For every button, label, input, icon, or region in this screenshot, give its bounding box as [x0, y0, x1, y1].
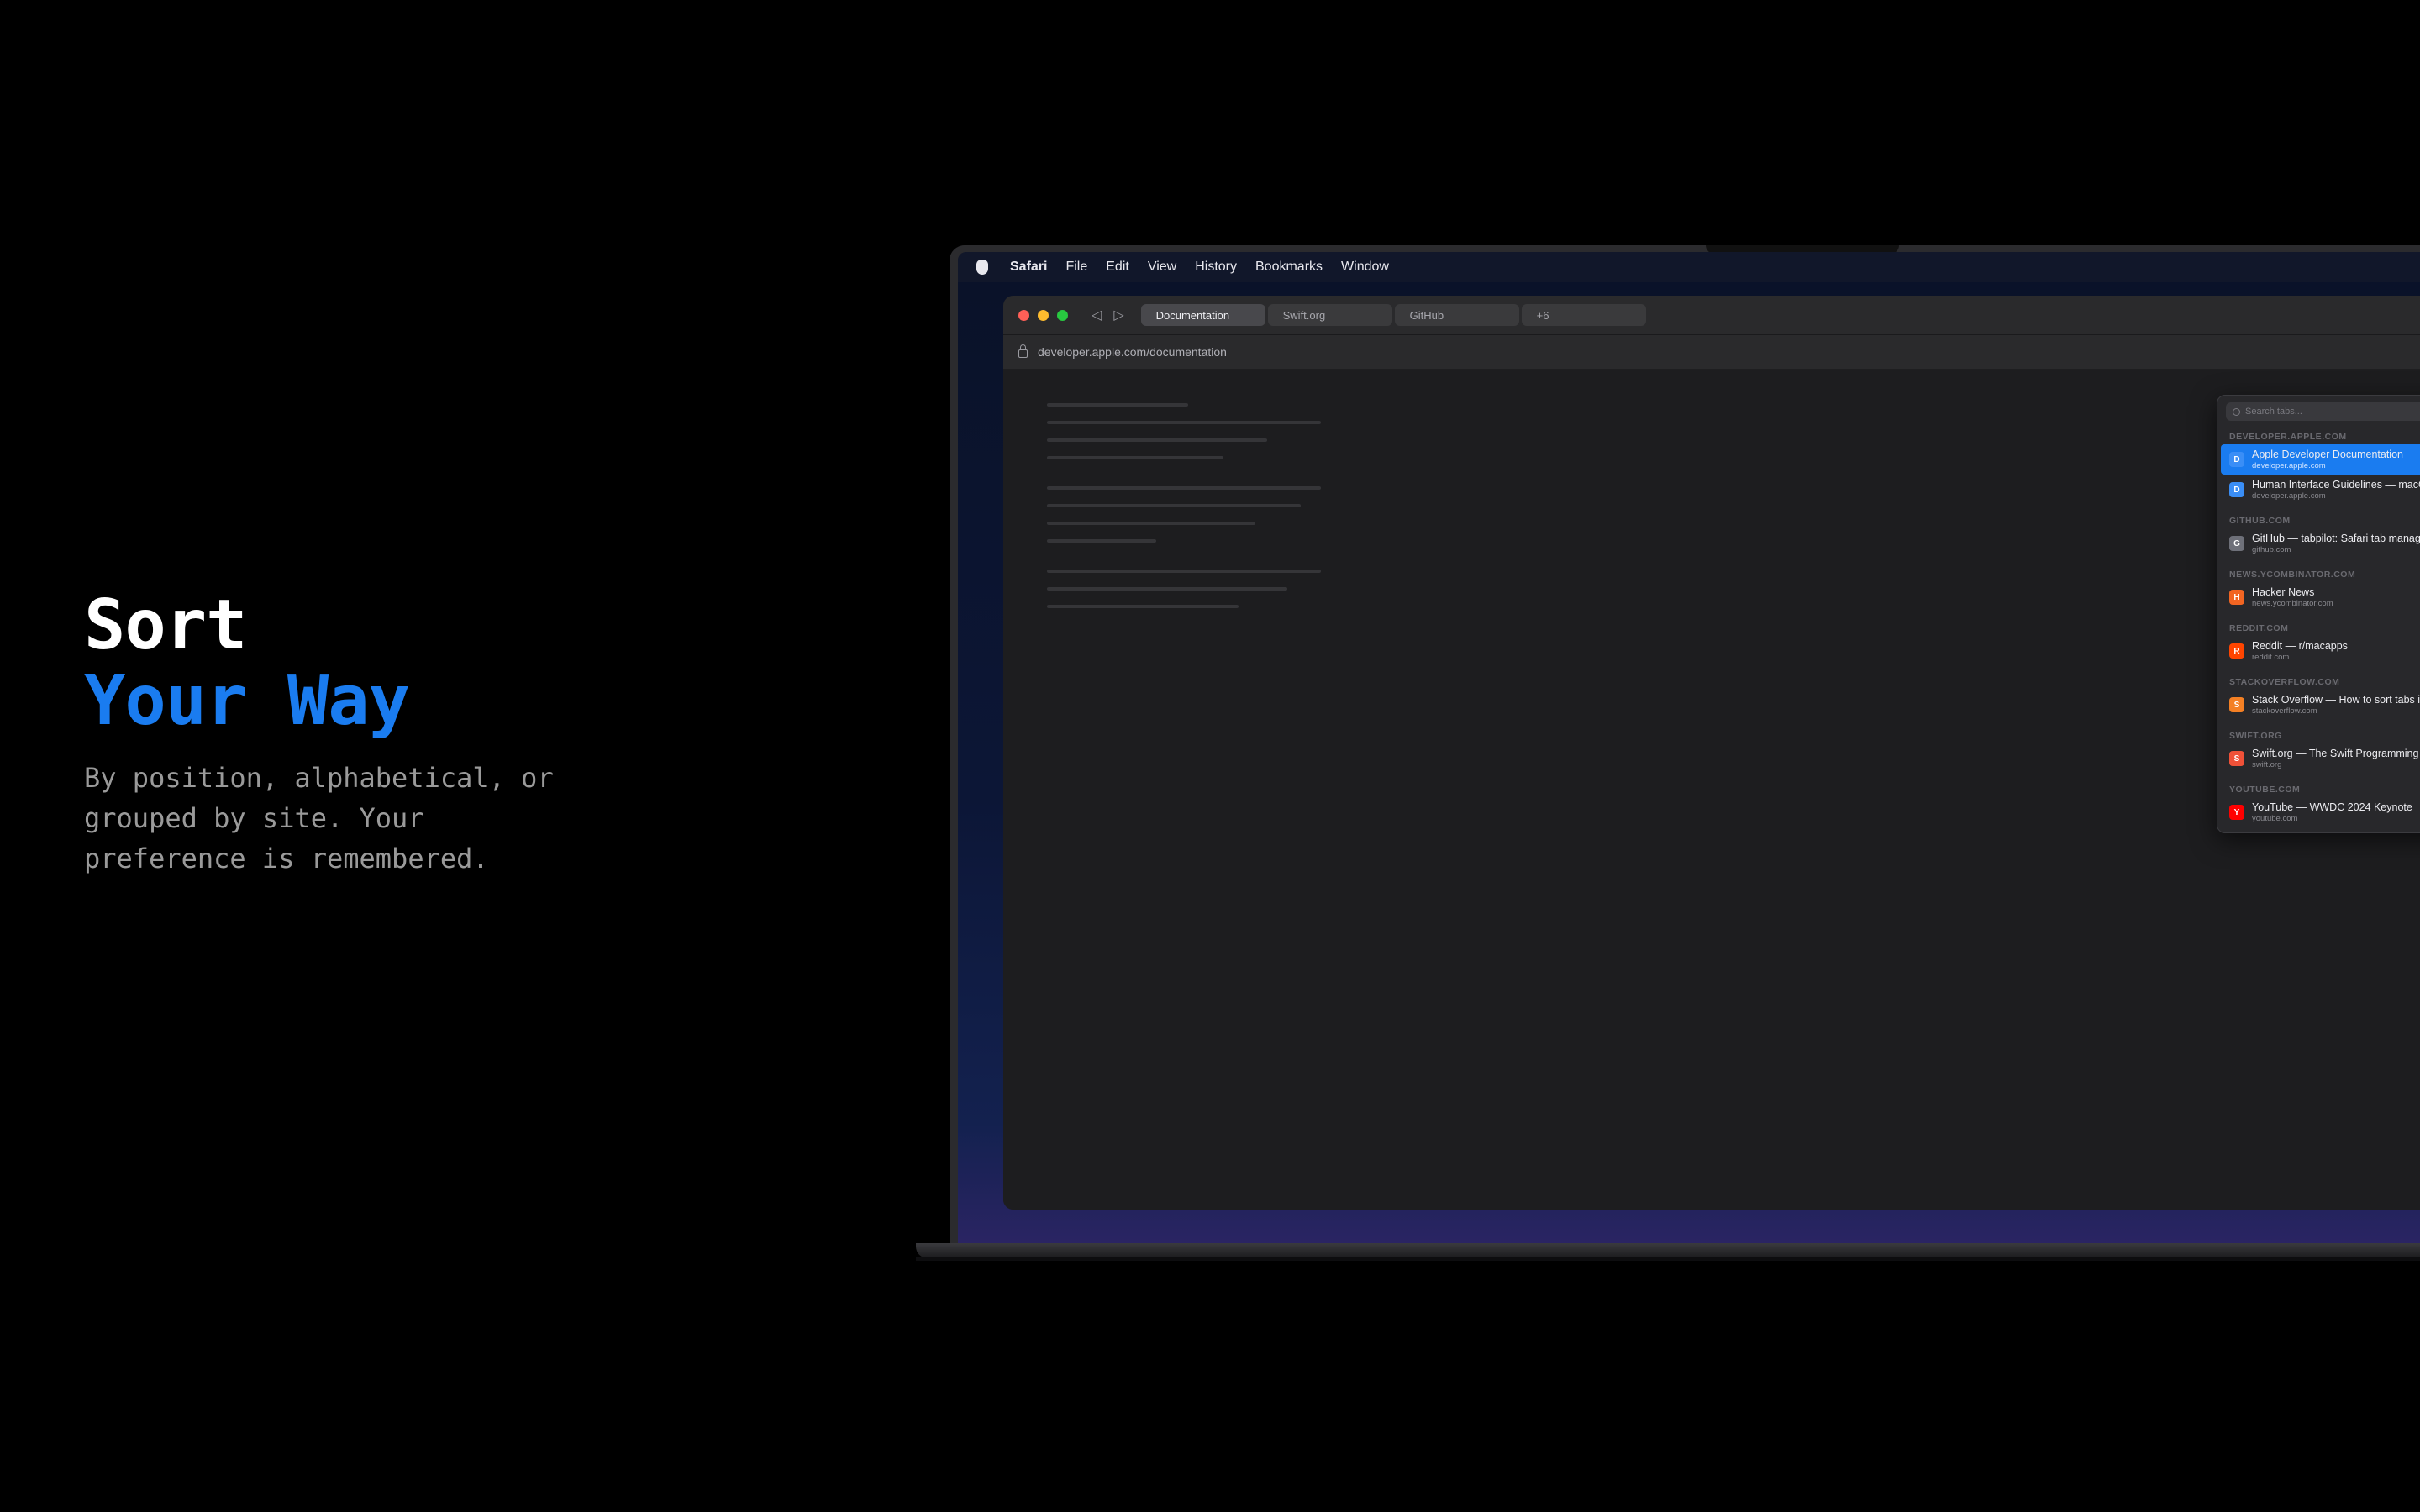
- tab-more[interactable]: +6: [1521, 304, 1646, 326]
- tab-domain: swift.org: [2252, 760, 2282, 769]
- tab-list-item[interactable]: S Stack Overflow — How to sort tabs in ..…: [2217, 690, 2420, 720]
- placeholder-line: [1047, 403, 1188, 407]
- tab-list-item[interactable]: D Human Interface Guidelines — macOS devel…: [2217, 475, 2420, 505]
- tab-list-item[interactable]: R Reddit — r/macapps reddit.com: [2217, 636, 2420, 666]
- group-header: SWIFT.ORG: [2229, 731, 2282, 741]
- tab-title: Swift.org — The Swift Programming La...: [2252, 748, 2420, 759]
- placeholder-line: [1047, 570, 1321, 573]
- group-header: DEVELOPER.APPLE.COM: [2229, 432, 2347, 442]
- tab-title: Apple Developer Documentation: [2252, 449, 2403, 460]
- placeholder-line: [1047, 587, 1287, 591]
- placeholder-line: [1047, 456, 1223, 459]
- group-header: GITHUB.COM: [2229, 516, 2291, 526]
- tab-list-item-text: YouTube — WWDC 2024 Keynote youtube.com: [2252, 801, 2412, 823]
- tab-swift-org[interactable]: Swift.org: [1267, 304, 1392, 326]
- url-text: developer.apple.com/documentation: [1038, 345, 1227, 359]
- group-header: STACKOVERFLOW.COM: [2229, 677, 2340, 687]
- group-header: NEWS.YCOMBINATOR.COM: [2229, 570, 2356, 580]
- tab-groups: DEVELOPER.APPLE.COM D Apple Developer Docu…: [2217, 426, 2420, 832]
- lock-icon: [1018, 344, 1028, 358]
- apple-menu-icon[interactable]: [976, 260, 988, 275]
- favicon-icon: H: [2229, 590, 2244, 605]
- placeholder-line: [1047, 504, 1301, 507]
- placeholder-line: [1047, 486, 1321, 490]
- tab-search-placeholder: Search tabs...: [2245, 407, 2302, 417]
- laptop-screen: Safari File Edit View History Bookmarks …: [958, 252, 2420, 1243]
- menu-edit[interactable]: Edit: [1106, 260, 1129, 275]
- tab-documentation[interactable]: Documentation: [1140, 304, 1265, 326]
- menu-file[interactable]: File: [1065, 260, 1087, 275]
- tab-domain: news.ycombinator.com: [2252, 599, 2333, 608]
- menu-history[interactable]: History: [1195, 260, 1237, 275]
- tab-list-item-text: GitHub — tabpilot: Safari tab manager git…: [2252, 533, 2420, 554]
- menu-window[interactable]: Window: [1341, 260, 1389, 275]
- headline-line-2: Your Way: [84, 661, 410, 741]
- tab-title: GitHub — tabpilot: Safari tab manager: [2252, 533, 2420, 544]
- group-header: REDDIT.COM: [2229, 623, 2289, 633]
- favicon-icon: D: [2229, 482, 2244, 497]
- tab-list-item[interactable]: Y YouTube — WWDC 2024 Keynote youtube.com: [2217, 797, 2420, 827]
- headline-line-1: Sort: [84, 585, 247, 665]
- favicon-icon: Y: [2229, 805, 2244, 820]
- tab-list-item-text: Reddit — r/macapps reddit.com: [2252, 640, 2348, 662]
- laptop-base: [916, 1243, 2420, 1258]
- placeholder-line: [1047, 605, 1239, 608]
- menu-view[interactable]: View: [1148, 260, 1176, 275]
- address-bar: developer.apple.com/documentation: [1003, 334, 2420, 369]
- browser-titlebar: ◁ ▷ Documentation Swift.org GitHub +6: [1003, 296, 2420, 334]
- favicon-icon: S: [2229, 697, 2244, 712]
- tab-search-input[interactable]: Search tabs...: [2226, 402, 2420, 421]
- favicon-icon: G: [2229, 536, 2244, 551]
- tab-list-item[interactable]: G GitHub — tabpilot: Safari tab manager gi…: [2217, 528, 2420, 559]
- browser-window: ◁ ▷ Documentation Swift.org GitHub +6 de…: [1003, 296, 2420, 1210]
- menu-bar: Safari File Edit View History Bookmarks …: [958, 252, 2420, 282]
- placeholder-line: [1047, 438, 1267, 442]
- url-field[interactable]: developer.apple.com/documentation: [1018, 341, 2420, 363]
- minimize-window-button[interactable]: [1038, 309, 1049, 321]
- laptop-frame: Safari File Edit View History Bookmarks …: [950, 245, 2420, 1243]
- favicon-icon: R: [2229, 643, 2244, 659]
- tab-manager-panel: Search tabs... DEVELOPER.APPLE.COM D Apple…: [2217, 395, 2420, 833]
- close-window-button[interactable]: [1018, 309, 1029, 321]
- tab-list-item[interactable]: S Swift.org — The Swift Programming La...…: [2217, 743, 2420, 774]
- tab-domain: stackoverflow.com: [2252, 706, 2317, 716]
- tab-list-item-text: Human Interface Guidelines — macOS develo…: [2252, 479, 2420, 501]
- tab-list-item-text: Swift.org — The Swift Programming La...s…: [2252, 748, 2420, 769]
- tab-list-item[interactable]: D Apple Developer Documentation developer.…: [2221, 444, 2420, 475]
- laptop-base-shadow: [916, 1257, 2420, 1261]
- back-icon[interactable]: ◁: [1092, 307, 1102, 323]
- tab-title: Reddit — r/macapps: [2252, 640, 2348, 652]
- placeholder-line: [1047, 421, 1321, 424]
- group-header: YOUTUBE.COM: [2229, 785, 2301, 795]
- tab-domain: developer.apple.com: [2252, 491, 2326, 501]
- menu-app-name[interactable]: Safari: [1010, 260, 1047, 275]
- search-icon: [2233, 407, 2240, 416]
- tab-domain: developer.apple.com: [2252, 461, 2326, 470]
- tab-domain: github.com: [2252, 545, 2291, 554]
- tab-title: Stack Overflow — How to sort tabs in ...: [2252, 694, 2420, 706]
- zoom-window-button[interactable]: [1057, 309, 1068, 321]
- placeholder-line: [1047, 539, 1156, 543]
- tab-list-item-text: Apple Developer Documentation developer.a…: [2252, 449, 2403, 470]
- placeholder-line: [1047, 522, 1255, 525]
- favicon-icon: D: [2229, 452, 2244, 467]
- page-content: [1003, 370, 2420, 1210]
- tab-title: Human Interface Guidelines — macOS: [2252, 479, 2420, 491]
- hero-copy: Sort Your Way By position, alphabetical,…: [84, 588, 555, 879]
- hero-description: By position, alphabetical, or grouped by…: [84, 762, 554, 874]
- menu-bookmarks[interactable]: Bookmarks: [1255, 260, 1323, 275]
- forward-icon[interactable]: ▷: [1113, 307, 1123, 323]
- tab-list-item-text: Hacker News news.ycombinator.com: [2252, 586, 2333, 608]
- tab-list-item[interactable]: H Hacker News news.ycombinator.com: [2217, 582, 2420, 612]
- tab-title: Hacker News: [2252, 586, 2315, 598]
- tab-github[interactable]: GitHub: [1394, 304, 1519, 326]
- tab-title: YouTube — WWDC 2024 Keynote: [2252, 801, 2412, 813]
- tab-list-item-text: Stack Overflow — How to sort tabs in ...…: [2252, 694, 2420, 716]
- tab-domain: youtube.com: [2252, 814, 2298, 823]
- tab-domain: reddit.com: [2252, 653, 2290, 662]
- tab-strip: Documentation Swift.org GitHub +6: [1140, 304, 1649, 326]
- favicon-icon: S: [2229, 751, 2244, 766]
